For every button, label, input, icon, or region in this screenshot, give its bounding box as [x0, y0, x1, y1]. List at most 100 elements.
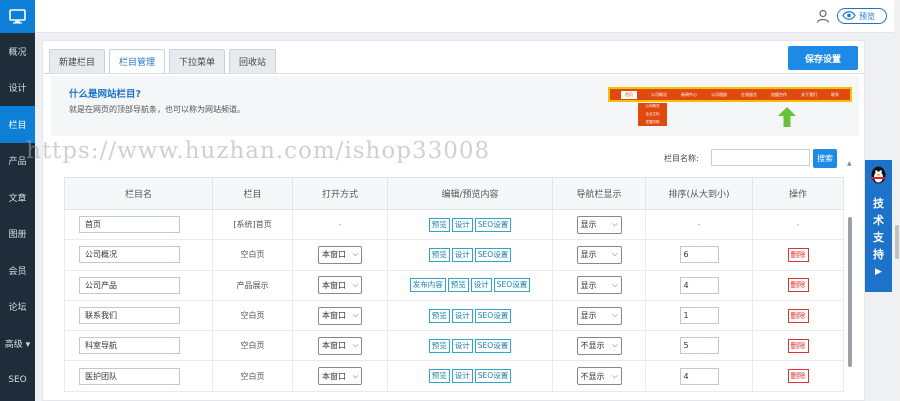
nav-display-select[interactable]: 不显示 ⌵ — [576, 336, 622, 355]
open-mode-select[interactable]: 本窗口 ⌵ — [318, 367, 362, 386]
chevron-down-icon: ⌵ — [352, 280, 358, 289]
tab-column-manage[interactable]: 栏目管理 — [109, 49, 166, 73]
order-input[interactable]: 6 — [679, 246, 719, 264]
tab-new-column[interactable]: 新建栏目 — [49, 49, 106, 73]
info-title: 什么是网站栏目? — [69, 89, 142, 100]
table-row: 公司产品 产品展示 本窗口 ⌵ 发布内容 预览 设计 SEO设置 显示 ⌵ 4 删除 — [64, 269, 844, 301]
column-name-input[interactable]: 医护团队 — [79, 367, 180, 385]
tab-dropdown-menu[interactable]: 下拉菜单 — [169, 49, 226, 73]
column-name-input[interactable]: 公司产品 — [79, 276, 180, 294]
seo-settings-button[interactable]: SEO设置 — [474, 247, 512, 262]
seo-settings-button[interactable]: SEO设置 — [474, 369, 512, 384]
order-input[interactable]: 4 — [679, 367, 719, 385]
column-header: 打开方式 — [292, 177, 388, 210]
delete-button[interactable]: 删除 — [787, 369, 809, 384]
column-header: 编辑/预览内容 — [387, 177, 553, 210]
column-type: 空白页 — [212, 330, 293, 362]
demo-nav-illustration: 首页 公司概况 新闻中心 公司相册 在线留言 加盟合作 关于我们 联系 — [608, 87, 852, 102]
chevron-down-icon: ⌵ — [352, 311, 358, 320]
column-header: 栏目 — [212, 177, 293, 210]
open-mode-select[interactable]: 本窗口 ⌵ — [318, 336, 362, 355]
seo-settings-button[interactable]: SEO设置 — [474, 308, 512, 323]
tabs-divider — [43, 73, 864, 74]
chevron-down-icon: ⌵ — [612, 250, 618, 259]
search-label: 栏目名称: — [664, 154, 699, 163]
open-mode-select[interactable]: 本窗口 ⌵ — [318, 245, 362, 264]
sidebar-item-articles[interactable]: 文章 — [0, 179, 35, 216]
nav-display-select[interactable]: 显示 ⌵ — [576, 306, 622, 325]
column-header: 导航栏显示 — [552, 177, 646, 210]
design-button[interactable]: 设计 — [451, 338, 473, 353]
tech-support-widget[interactable]: 技术支持 ▶ — [865, 160, 892, 292]
sidebar-item-forum[interactable]: 论坛 — [0, 289, 35, 326]
tab-recycle-bin[interactable]: 回收站 — [229, 49, 277, 73]
scroll-up-icon[interactable]: ▲ — [847, 160, 852, 167]
open-mode-select[interactable]: 本窗口 ⌵ — [318, 306, 362, 325]
nav-display-select[interactable]: 显示 ⌵ — [576, 245, 622, 264]
column-name-input[interactable]: 联系我们 — [79, 307, 180, 325]
design-button[interactable]: 设计 — [451, 217, 473, 232]
column-type: [系统]首页 — [212, 208, 293, 241]
scrollbar-thumb[interactable] — [848, 217, 852, 367]
seo-settings-button[interactable]: SEO设置 — [474, 338, 512, 353]
preview-content-button[interactable]: 预览 — [428, 369, 450, 384]
delete-button[interactable]: 删除 — [787, 278, 809, 293]
chevron-down-icon: ⌵ — [612, 280, 618, 289]
nav-display-select[interactable]: 显示 ⌵ — [576, 215, 622, 234]
column-type: 空白页 — [212, 360, 293, 392]
search-input[interactable] — [711, 149, 810, 166]
tech-support-label: 技术支持 — [873, 197, 884, 261]
order-none: - — [697, 220, 701, 230]
order-input[interactable]: 1 — [679, 307, 719, 325]
delete-button[interactable]: 删除 — [787, 247, 809, 262]
preview-label: 预览 — [859, 11, 875, 21]
up-arrow-icon — [778, 107, 796, 127]
chevron-down-icon: ⌵ — [612, 341, 618, 350]
preview-content-button[interactable]: 预览 — [447, 278, 469, 293]
page-scrollbar[interactable] — [894, 0, 900, 401]
delete-button[interactable]: 删除 — [787, 308, 809, 323]
order-input[interactable]: 4 — [679, 276, 719, 294]
search-button[interactable]: 搜索 — [813, 149, 837, 168]
sidebar-item-overview[interactable]: 概况 — [0, 33, 35, 70]
table-row: 首页 [系统]首页 - 预览 设计 SEO设置 显示 ⌵ - - — [64, 208, 844, 241]
column-type: 产品展示 — [212, 269, 293, 301]
preview-content-button[interactable]: 预览 — [428, 217, 450, 232]
seo-settings-button[interactable]: SEO设置 — [474, 217, 512, 232]
demo-nav-item: 关于我们 — [801, 91, 817, 97]
design-button[interactable]: 设计 — [451, 247, 473, 262]
design-button[interactable]: 设计 — [451, 308, 473, 323]
preview-content-button[interactable]: 预览 — [428, 247, 450, 262]
preview-content-button[interactable]: 预览 — [428, 308, 450, 323]
open-mode-select[interactable]: 本窗口 ⌵ — [318, 276, 362, 295]
sidebar-item-albums[interactable]: 图册 — [0, 216, 35, 253]
chevron-down-icon: ⌵ — [612, 311, 618, 320]
info-description: 就是在网页的顶部导航条，也可以称为网站频道。 — [69, 105, 245, 114]
sidebar-item-members[interactable]: 会员 — [0, 252, 35, 289]
sidebar-item-seo[interactable]: SEO — [0, 362, 35, 399]
open-mode-none: - — [338, 220, 342, 230]
page-scrollbar-thumb[interactable] — [895, 225, 899, 259]
table-scrollbar[interactable]: ▲ — [846, 160, 853, 401]
seo-settings-button[interactable]: SEO设置 — [493, 278, 531, 293]
column-name-input[interactable]: 科室导航 — [79, 337, 180, 355]
order-input[interactable]: 5 — [679, 337, 719, 355]
column-name-input[interactable]: 公司概况 — [79, 246, 180, 264]
monitor-icon[interactable] — [0, 0, 35, 33]
preview-content-button[interactable]: 预览 — [428, 338, 450, 353]
design-button[interactable]: 设计 — [451, 369, 473, 384]
publish-content-button[interactable]: 发布内容 — [409, 278, 446, 293]
nav-display-select[interactable]: 不显示 ⌵ — [576, 367, 622, 386]
column-name-input[interactable]: 首页 — [79, 216, 180, 234]
sidebar-item-advanced[interactable]: 高级 ▾ — [0, 325, 35, 362]
user-icon[interactable] — [816, 9, 830, 23]
column-header: 栏目名 — [64, 177, 213, 210]
save-settings-button[interactable]: 保存设置 — [788, 46, 858, 70]
tab-bar: 新建栏目 栏目管理 下拉菜单 回收站 — [49, 49, 277, 73]
nav-display-select[interactable]: 显示 ⌵ — [576, 276, 622, 295]
preview-button[interactable]: 预览 — [837, 8, 887, 24]
sidebar-item-design[interactable]: 设计 — [0, 70, 35, 107]
table-row: 医护团队 空白页 本窗口 ⌵ 预览 设计 SEO设置 不显示 ⌵ 4 删除 — [64, 360, 844, 392]
delete-button[interactable]: 删除 — [787, 338, 809, 353]
design-button[interactable]: 设计 — [470, 278, 492, 293]
